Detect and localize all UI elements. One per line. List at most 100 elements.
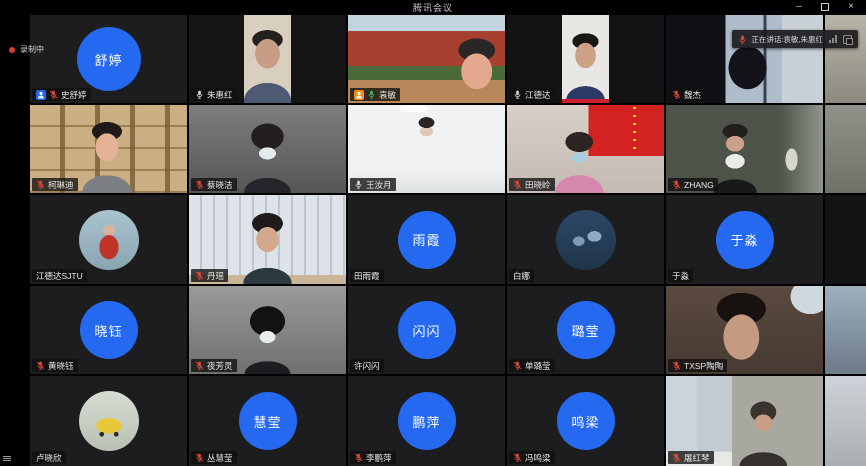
mic-muted-icon (195, 180, 204, 189)
participant-tile-白娜[interactable]: 白娜 (507, 195, 664, 284)
participant-name-label: 夜芳灵 (191, 359, 237, 372)
mic-muted-icon (195, 271, 204, 280)
participant-name-label: 李鹏萍 (350, 451, 396, 464)
profile-photo (556, 210, 616, 270)
participant-name-label: 单璐莹 (509, 359, 555, 372)
avatar: 晓钰 (80, 301, 138, 359)
participant-name-text: TXSP陶陶 (684, 360, 723, 372)
participant-tile-田晓岭[interactable]: 田晓岭 (507, 105, 664, 193)
participant-name-label: 江德达SJTU (32, 269, 87, 282)
mic-muted-icon (195, 361, 204, 370)
participant-name-label: 朱惠红 (191, 88, 237, 101)
participant-name-label: TXSP陶陶 (668, 359, 727, 372)
speaking-mic-icon (738, 35, 747, 44)
mic-speaking-icon (367, 90, 376, 99)
participant-tile-clipped[interactable] (825, 15, 866, 103)
participant-tile-柯琳迪[interactable]: 柯琳迪 (30, 105, 187, 193)
avatar: 慧莹 (239, 392, 297, 450)
participant-tile-史舒婷[interactable]: 舒婷史舒婷 (30, 15, 187, 103)
participant-name-label: 卢晓欣 (32, 451, 66, 464)
participant-name-label: 王汝月 (350, 178, 396, 191)
participant-tile-朱惠红[interactable]: 朱惠红 (189, 15, 346, 103)
participant-tile-黄晓钰[interactable]: 晓钰黄晓钰 (30, 286, 187, 374)
mic-icon (513, 90, 522, 99)
participant-tile-clipped[interactable] (825, 376, 866, 466)
participant-name-text: 蔡晓洁 (207, 179, 233, 191)
participant-name-text: 黄晓钰 (48, 360, 74, 372)
participant-name-label: 魏杰 (668, 88, 705, 101)
participant-tile-丹瑶[interactable]: 丹瑶 (189, 195, 346, 284)
participant-name-label: 丛慧莹 (191, 451, 237, 464)
participant-tile-田雨霞[interactable]: 雨霞田雨霞 (348, 195, 505, 284)
participant-name-text: 王汝月 (366, 179, 392, 191)
participant-name-label: 袁敏 (350, 88, 400, 101)
network-signal-icon (829, 35, 838, 43)
avatar: 璐莹 (557, 301, 615, 359)
participant-name-text: 白娜 (513, 270, 530, 282)
participant-name-text: 江德达 (525, 89, 551, 101)
participant-tile-许闪闪[interactable]: 闪闪许闪闪 (348, 286, 505, 374)
participant-name-label: 白娜 (509, 269, 534, 282)
participant-name-text: 田晓岭 (525, 179, 551, 191)
participant-name-text: 江德达SJTU (36, 270, 83, 282)
avatar: 闪闪 (398, 301, 456, 359)
profile-photo (79, 210, 139, 270)
participant-tile-屠红琴[interactable]: 屠红琴 (666, 376, 823, 466)
avatar: 于淼 (716, 211, 774, 269)
participant-tile-clipped[interactable] (825, 105, 866, 193)
mic-muted-icon (49, 90, 58, 99)
recording-label: 录制中 (20, 44, 44, 55)
participant-tile-江德达[interactable]: 江德达 (507, 15, 664, 103)
participant-tile-李鹏萍[interactable]: 鹏萍李鹏萍 (348, 376, 505, 466)
mic-muted-icon (672, 361, 681, 370)
participant-tile-冯鸣梁[interactable]: 鸣梁冯鸣梁 (507, 376, 664, 466)
mic-muted-icon (672, 453, 681, 462)
participant-tile-江德达SJTU[interactable]: 江德达SJTU (30, 195, 187, 284)
participant-name-label: 江德达 (509, 88, 555, 101)
mic-muted-icon (672, 180, 681, 189)
participant-name-label: 田晓岭 (509, 178, 555, 191)
participant-name-label: ZHANG (668, 178, 718, 191)
member-badge-icon (36, 90, 46, 100)
video-feed (825, 15, 866, 103)
participant-name-label: 柯琳迪 (32, 178, 78, 191)
menu-icon[interactable] (3, 455, 11, 462)
video-feed (825, 195, 866, 284)
participant-name-text: 丹瑶 (207, 270, 224, 282)
video-grid: 舒婷史舒婷朱惠红袁敏江德达魏杰柯琳迪蔡晓洁王汝月田晓岭ZHANG江德达SJTU丹… (0, 0, 866, 466)
participant-name-text: 冯鸣梁 (525, 452, 551, 464)
video-feed (825, 105, 866, 193)
participant-name-text: 屠红琴 (684, 452, 710, 464)
participant-tile-卢晓欣[interactable]: 卢晓欣 (30, 376, 187, 466)
participant-tile-袁敏[interactable]: 袁敏 (348, 15, 505, 103)
avatar: 鹏萍 (398, 392, 456, 450)
participant-tile-clipped[interactable] (825, 286, 866, 374)
participant-name-text: 朱惠红 (207, 89, 233, 101)
participant-tile-王汝月[interactable]: 王汝月 (348, 105, 505, 193)
video-feed (825, 286, 866, 374)
participant-tile-单璐莹[interactable]: 璐莹单璐莹 (507, 286, 664, 374)
participant-name-text: ZHANG (684, 180, 714, 190)
participant-name-label: 史舒婷 (32, 88, 91, 101)
participant-tile-TXSP陶陶[interactable]: TXSP陶陶 (666, 286, 823, 374)
participant-tile-魏杰[interactable]: 魏杰 (666, 15, 823, 103)
participant-name-label: 许闪闪 (350, 359, 384, 372)
mic-muted-icon (354, 453, 363, 462)
participant-name-text: 田雨霞 (354, 270, 380, 282)
participant-tile-于淼[interactable]: 于淼于淼 (666, 195, 823, 284)
participant-tile-蔡晓洁[interactable]: 蔡晓洁 (189, 105, 346, 193)
participant-tile-clipped[interactable] (825, 195, 866, 284)
participant-name-label: 田雨霞 (350, 269, 384, 282)
mic-icon (195, 90, 204, 99)
mic-muted-icon (36, 180, 45, 189)
participant-name-label: 丹瑶 (191, 269, 228, 282)
participant-name-label: 于淼 (668, 269, 693, 282)
participant-name-label: 屠红琴 (668, 451, 714, 464)
avatar: 舒婷 (77, 27, 141, 91)
participant-tile-ZHANG[interactable]: ZHANG (666, 105, 823, 193)
participant-name-text: 李鹏萍 (366, 452, 392, 464)
participant-name-text: 夜芳灵 (207, 360, 233, 372)
participant-tile-丛慧莹[interactable]: 慧莹丛慧莹 (189, 376, 346, 466)
layout-switch-icon[interactable] (843, 35, 852, 44)
participant-tile-夜芳灵[interactable]: 夜芳灵 (189, 286, 346, 374)
